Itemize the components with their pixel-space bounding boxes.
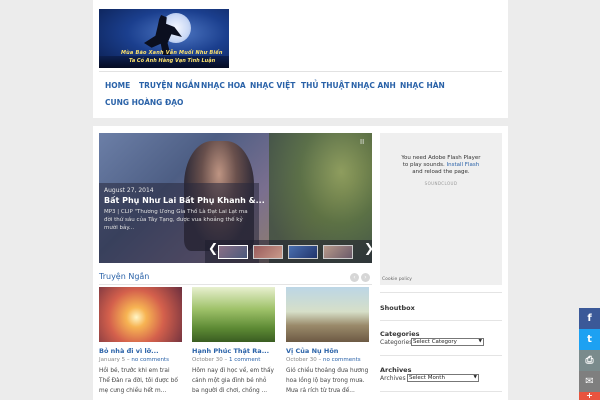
main-nav: HOME TRUYỆN NGẮN NHẠC HOA NHẠC VIỆT THỦ … — [99, 71, 502, 107]
nav-item-cung-hoang-dao[interactable]: CUNG HOÀNG ĐẠO — [105, 98, 183, 107]
print-icon[interactable]: ⎙ — [579, 350, 600, 371]
categories-select-value: Select Category — [413, 339, 457, 345]
featured-slider[interactable]: August 27, 2014 Bất Phụ Như Lai Bất Phụ … — [99, 133, 372, 263]
soundcloud-widget: You need Adobe Flash Player to play soun… — [380, 133, 502, 285]
section-divider — [99, 284, 372, 285]
widget-divider — [380, 391, 502, 392]
post-card: Vị Của Nụ Hôn October 30 – no comments G… — [286, 287, 369, 396]
slide-thumb-2[interactable] — [253, 245, 283, 259]
facebook-icon[interactable]: f — [579, 308, 600, 329]
nav-item-nhac-han[interactable]: NHẠC HÀN — [400, 81, 445, 90]
nav-item-nhac-hoa[interactable]: NHẠC HOA — [201, 81, 246, 90]
archives-select-value: Select Month — [409, 375, 445, 381]
post-meta: October 30 – no comments — [286, 357, 361, 363]
slider-prev-icon[interactable]: ❮ — [208, 241, 218, 255]
slide-thumb-1[interactable] — [218, 245, 248, 259]
post-comments-link[interactable]: 1 comment — [229, 357, 260, 363]
slider-next-icon[interactable]: ❯ — [364, 241, 372, 255]
cookie-policy-link[interactable]: Cookie policy — [382, 277, 412, 282]
post-thumbnail[interactable] — [99, 287, 182, 342]
more-share-icon[interactable]: + — [579, 392, 600, 400]
post-date: January 5 — [99, 357, 126, 363]
post-excerpt: Gió chiều thoảng đưa hương hoa lồng lộ b… — [286, 368, 369, 394]
post-comments-link[interactable]: no comments — [131, 357, 169, 363]
post-card: Bỏ nhà đi vì lỡ... January 5 – no commen… — [99, 287, 182, 396]
slide-title[interactable]: Bất Phụ Như Lai Bất Phụ Khanh &... — [104, 196, 265, 205]
section-next-icon[interactable]: › — [361, 273, 370, 282]
email-icon[interactable]: ✉ — [579, 371, 600, 392]
post-thumbnail[interactable] — [192, 287, 275, 342]
flash-line-2: to play sounds. — [402, 162, 445, 168]
nav-item-home[interactable]: HOME — [105, 81, 130, 90]
post-title[interactable]: Bỏ nhà đi vì lỡ... — [99, 347, 182, 355]
nav-item-nhac-viet[interactable]: NHẠC VIỆT — [250, 81, 295, 90]
logo-tagline-2: Ta Có Anh Hàng Vạn Tình Luận — [129, 58, 216, 64]
archives-select[interactable]: Select Month ▼ — [407, 374, 479, 382]
nav-item-truyen-ngan[interactable]: TRUYỆN NGẮN — [139, 81, 200, 90]
post-date: October 30 — [286, 357, 317, 363]
main-content: August 27, 2014 Bất Phụ Như Lai Bất Phụ … — [93, 126, 508, 400]
archives-title: Archives — [380, 366, 412, 374]
site-header: Mùa Bão Xanh Vẫn Muối Như Biển Ta Có Anh… — [93, 0, 508, 118]
chevron-down-icon: ▼ — [478, 339, 482, 344]
soundcloud-logo[interactable]: SOUNDCLOUD — [380, 181, 502, 186]
post-excerpt: Hồi bé, trước khi em trai Thể Đàn ra đời… — [99, 368, 178, 394]
categories-title: Categories — [380, 330, 420, 338]
widget-divider — [380, 320, 502, 321]
post-comments-link[interactable]: no comments — [323, 357, 361, 363]
section-prev-icon[interactable]: ‹ — [350, 273, 359, 282]
post-title[interactable]: Vị Của Nụ Hôn — [286, 347, 369, 355]
flash-line-1: You need Adobe Flash Player — [401, 155, 481, 161]
flash-line-3: and reload the page. — [412, 169, 470, 175]
logo-tagline-1: Mùa Bão Xanh Vẫn Muối Như Biển — [121, 50, 223, 56]
section-title[interactable]: Truyện Ngắn — [99, 272, 149, 281]
nav-item-thu-thuat[interactable]: THỦ THUẬT — [301, 81, 350, 90]
slide-thumbnails — [205, 240, 372, 263]
post-excerpt: Hôm nay đi học về, em thấy cảnh một gia … — [192, 368, 274, 394]
post-thumbnail[interactable] — [286, 287, 369, 342]
install-flash-link[interactable]: Install Flash — [447, 162, 480, 168]
site-logo[interactable]: Mùa Bão Xanh Vẫn Muối Như Biển Ta Có Anh… — [99, 9, 229, 68]
post-date: October 30 — [192, 357, 223, 363]
archives-label: Archives — [380, 375, 406, 382]
widget-divider — [380, 355, 502, 356]
nav-item-nhac-anh[interactable]: NHẠC ANH — [351, 81, 396, 90]
chevron-down-icon: ▼ — [473, 375, 477, 380]
post-meta: January 5 – no comments — [99, 357, 169, 363]
categories-select[interactable]: Select Category ▼ — [411, 338, 484, 346]
flash-message: You need Adobe Flash Player to play soun… — [380, 155, 502, 176]
post-title[interactable]: Hạnh Phúc Thật Ra... — [192, 347, 275, 355]
post-meta: October 30 – 1 comment — [192, 357, 261, 363]
slide-thumb-4[interactable] — [323, 245, 353, 259]
slide-thumb-3[interactable] — [288, 245, 318, 259]
twitter-icon[interactable]: t — [579, 329, 600, 350]
categories-label: Categories — [380, 339, 413, 346]
shoutbox-title: Shoutbox — [380, 304, 415, 312]
slide-date: August 27, 2014 — [104, 187, 154, 194]
widget-divider — [380, 292, 502, 293]
post-card: Hạnh Phúc Thật Ra... October 30 – 1 comm… — [192, 287, 275, 396]
slide-excerpt: MP3 | CLIP "Thương Ương Gia Thố Là Đạt L… — [104, 209, 248, 231]
page-container: Mùa Bão Xanh Vẫn Muối Như Biển Ta Có Anh… — [93, 0, 508, 400]
pause-icon[interactable]: II — [360, 138, 364, 146]
